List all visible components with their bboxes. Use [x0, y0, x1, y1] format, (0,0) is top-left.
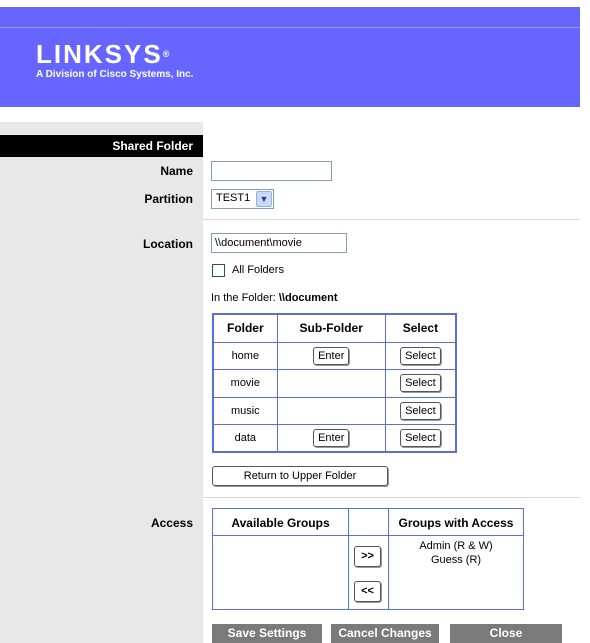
sub-folder-cell: [276, 369, 386, 398]
add-group-button[interactable]: >>: [354, 546, 381, 567]
table-row: movie Select: [212, 369, 457, 398]
sub-folder-cell: Enter: [276, 424, 386, 453]
table-row: home Enter Select: [212, 341, 457, 371]
transfer-buttons-column: >> <<: [349, 509, 389, 609]
divider: [203, 497, 580, 498]
select-button[interactable]: Select: [400, 374, 441, 393]
current-folder-path: \\document: [278, 292, 338, 304]
available-groups-column: Available Groups: [213, 509, 349, 609]
column-header-select: Select: [384, 313, 457, 343]
select-cell: Select: [384, 341, 457, 371]
current-folder-text: In the Folder: \\document: [211, 292, 338, 304]
chevron-down-icon[interactable]: ▼: [256, 191, 272, 207]
access-header-divider: [213, 535, 523, 536]
linksys-logo: LINKSYS®: [36, 39, 170, 69]
select-button[interactable]: Select: [400, 347, 441, 366]
all-folders-checkbox[interactable]: [212, 264, 225, 277]
select-cell: Select: [384, 396, 457, 426]
enter-button[interactable]: Enter: [313, 347, 350, 366]
enter-button[interactable]: Enter: [313, 429, 350, 448]
access-label: Access: [150, 516, 193, 530]
select-cell: Select: [384, 369, 457, 398]
section-title: Shared Folder: [0, 135, 203, 157]
select-button[interactable]: Select: [400, 429, 441, 448]
access-table: Available Groups >> << Groups with Acces…: [212, 508, 524, 610]
current-folder-prefix: In the Folder:: [211, 292, 279, 304]
folder-name: data: [212, 424, 278, 453]
select-button[interactable]: Select: [400, 401, 441, 420]
table-row: data Enter Select: [212, 424, 457, 453]
groups-with-access-column: Groups with Access Admin (R & W) Guess (…: [389, 509, 523, 609]
select-cell: Select: [384, 424, 457, 453]
location-input[interactable]: \\document\movie: [211, 233, 347, 253]
access-group-item[interactable]: Admin (R & W): [389, 540, 523, 552]
save-settings-button[interactable]: Save Settings: [212, 624, 322, 643]
access-group-item[interactable]: Guess (R): [389, 554, 523, 566]
all-folders-label: All Folders: [232, 264, 284, 276]
name-input[interactable]: [211, 161, 332, 181]
folder-name: home: [212, 341, 278, 371]
groups-with-access-header: Groups with Access: [398, 516, 514, 530]
partition-label: Partition: [144, 192, 193, 206]
cancel-changes-button[interactable]: Cancel Changes: [331, 624, 439, 643]
header-divider: [0, 27, 580, 28]
divider: [203, 219, 580, 220]
remove-group-button[interactable]: <<: [354, 581, 381, 602]
table-row: music Select: [212, 396, 457, 426]
sub-folder-cell: [276, 396, 386, 426]
location-label: Location: [143, 237, 193, 251]
column-header-folder: Folder: [212, 313, 278, 343]
close-button[interactable]: Close: [450, 624, 562, 643]
available-groups-header: Available Groups: [231, 516, 330, 530]
return-upper-folder-button[interactable]: Return to Upper Folder: [212, 466, 388, 486]
partition-select-value: TEST1: [216, 192, 251, 204]
folder-name: movie: [212, 369, 278, 398]
partition-select[interactable]: TEST1 ▼: [211, 189, 274, 209]
logo-subtitle: A Division of Cisco Systems, Inc.: [36, 69, 194, 80]
sub-folder-cell: Enter: [276, 341, 386, 371]
folder-table-header: Folder Sub-Folder Select: [212, 313, 457, 343]
name-label: Name: [160, 164, 193, 178]
folder-name: music: [212, 396, 278, 426]
folder-table: Folder Sub-Folder Select home Enter Sele…: [212, 313, 457, 453]
header: LINKSYS® A Division of Cisco Systems, In…: [0, 0, 590, 107]
column-header-sub-folder: Sub-Folder: [276, 313, 386, 343]
